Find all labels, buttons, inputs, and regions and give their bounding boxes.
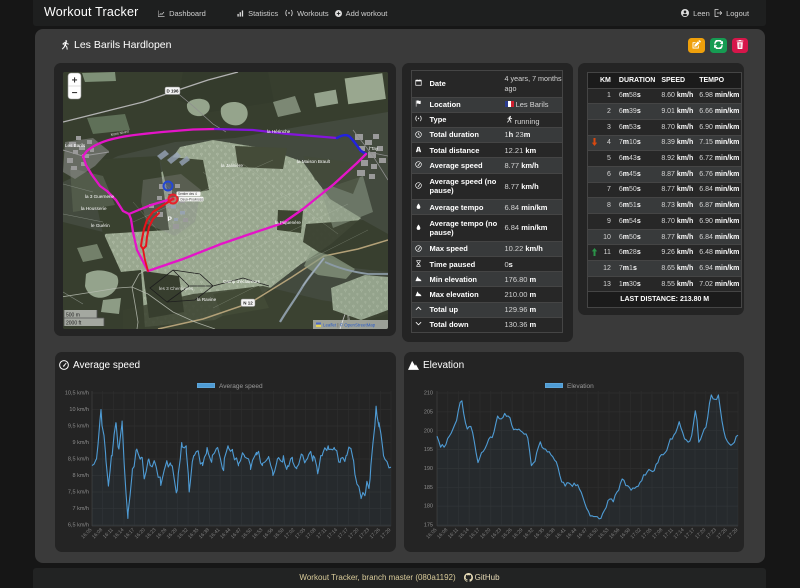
svg-text:17:14: 17:14 (326, 527, 339, 540)
svg-text:17:11: 17:11 (315, 527, 328, 540)
svg-text:16:38: 16:38 (544, 527, 557, 540)
svg-text:16:35: 16:35 (187, 527, 200, 540)
svg-text:17:20: 17:20 (694, 527, 707, 540)
svg-text:185: 185 (424, 485, 433, 491)
svg-text:16:50: 16:50 (241, 527, 254, 540)
svg-text:16:50: 16:50 (587, 527, 600, 540)
svg-text:190: 190 (424, 466, 433, 472)
svg-text:16:23: 16:23 (144, 527, 157, 540)
svg-text:7,5 km/h: 7,5 km/h (68, 490, 89, 496)
svg-text:16:35: 16:35 (533, 527, 546, 540)
svg-text:16:41: 16:41 (554, 527, 567, 540)
svg-text:16:29: 16:29 (166, 527, 179, 540)
svg-text:210: 210 (424, 391, 433, 397)
svg-text:205: 205 (424, 410, 433, 416)
svg-text:17:20: 17:20 (347, 527, 360, 540)
svg-text:8 km/h: 8 km/h (72, 473, 89, 479)
svg-text:17:26: 17:26 (369, 527, 382, 540)
svg-text:17:17: 17:17 (683, 527, 696, 540)
svg-text:17:29: 17:29 (379, 527, 392, 540)
svg-text:16:41: 16:41 (208, 527, 221, 540)
svg-text:17:14: 17:14 (673, 527, 686, 540)
svg-text:17:02: 17:02 (630, 527, 643, 540)
svg-text:16:05: 16:05 (425, 527, 438, 540)
svg-text:16:44: 16:44 (565, 527, 578, 540)
svg-text:16:20: 16:20 (134, 527, 147, 540)
svg-text:17:02: 17:02 (283, 527, 296, 540)
svg-text:16:44: 16:44 (219, 527, 232, 540)
svg-text:16:05: 16:05 (80, 527, 93, 540)
svg-text:16:32: 16:32 (522, 527, 535, 540)
svg-text:195: 195 (424, 447, 433, 453)
svg-text:16:08: 16:08 (91, 527, 104, 540)
svg-text:10 km/h: 10 km/h (69, 407, 89, 413)
svg-text:16:56: 16:56 (262, 527, 275, 540)
svg-text:16:14: 16:14 (112, 527, 125, 540)
svg-text:16:38: 16:38 (198, 527, 211, 540)
svg-text:16:23: 16:23 (490, 527, 503, 540)
svg-text:16:17: 16:17 (123, 527, 136, 540)
svg-text:16:47: 16:47 (576, 527, 589, 540)
svg-text:9 km/h: 9 km/h (72, 440, 89, 446)
svg-text:16:14: 16:14 (458, 527, 471, 540)
svg-text:17:17: 17:17 (337, 527, 350, 540)
svg-text:16:26: 16:26 (501, 527, 514, 540)
svg-text:17:05: 17:05 (294, 527, 307, 540)
svg-text:16:59: 16:59 (273, 527, 286, 540)
svg-text:17:23: 17:23 (358, 527, 371, 540)
svg-text:200: 200 (424, 428, 433, 434)
svg-text:16:32: 16:32 (176, 527, 189, 540)
svg-text:17:11: 17:11 (662, 527, 675, 540)
svg-text:180: 180 (424, 504, 433, 510)
svg-text:6,5 km/h: 6,5 km/h (68, 523, 89, 529)
svg-text:7 km/h: 7 km/h (72, 506, 89, 512)
svg-text:8,5 km/h: 8,5 km/h (68, 457, 89, 463)
svg-text:17:08: 17:08 (651, 527, 664, 540)
svg-text:16:20: 16:20 (479, 527, 492, 540)
svg-text:16:47: 16:47 (230, 527, 243, 540)
svg-text:17:23: 17:23 (705, 527, 718, 540)
svg-text:16:29: 16:29 (511, 527, 524, 540)
svg-text:17:08: 17:08 (305, 527, 318, 540)
svg-text:17:05: 17:05 (640, 527, 653, 540)
svg-text:16:56: 16:56 (608, 527, 621, 540)
svg-text:16:59: 16:59 (619, 527, 632, 540)
svg-text:16:08: 16:08 (436, 527, 449, 540)
svg-text:16:53: 16:53 (597, 527, 610, 540)
svg-text:16:11: 16:11 (447, 527, 460, 540)
svg-text:175: 175 (424, 523, 433, 529)
svg-text:17:29: 17:29 (726, 527, 739, 540)
svg-text:17:26: 17:26 (716, 527, 729, 540)
svg-text:16:53: 16:53 (251, 527, 264, 540)
svg-text:10,5 km/h: 10,5 km/h (65, 391, 89, 397)
svg-text:9,5 km/h: 9,5 km/h (68, 424, 89, 430)
svg-text:16:26: 16:26 (155, 527, 168, 540)
svg-text:16:17: 16:17 (468, 527, 481, 540)
